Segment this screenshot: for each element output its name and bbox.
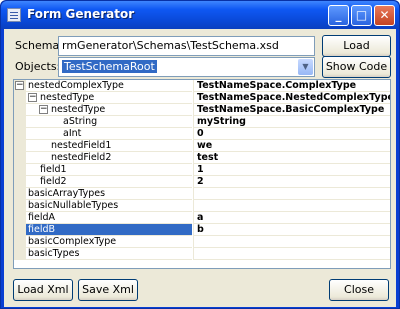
- grid-row[interactable]: − nestedType TestNameSpace.NestedComplexT…: [14, 92, 390, 104]
- close-button[interactable]: Close: [329, 279, 389, 301]
- grid-row-selected[interactable]: fieldB b: [14, 224, 390, 236]
- property-value[interactable]: TestNameSpace.NestedComplexType: [193, 92, 390, 104]
- property-value[interactable]: test: [193, 152, 390, 164]
- property-name: basicComplexType: [28, 236, 117, 247]
- collapse-icon[interactable]: −: [39, 105, 48, 114]
- property-value[interactable]: TestNameSpace.ComplexType: [193, 80, 390, 92]
- grid-row[interactable]: field2 2: [14, 176, 390, 188]
- grid-row[interactable]: basicNullableTypes: [14, 200, 390, 212]
- property-name: nestedType: [51, 104, 106, 115]
- grid-row[interactable]: basicTypes: [14, 248, 390, 260]
- property-name: basicNullableTypes: [28, 200, 119, 211]
- form-generator-window: Form Generator _ □ ✕ Schema: rmGenerator…: [0, 0, 400, 309]
- grid-row[interactable]: aString myString: [14, 116, 390, 128]
- minimize-button[interactable]: _: [328, 5, 349, 26]
- property-name: fieldB: [28, 224, 56, 235]
- property-name: basicArrayTypes: [28, 188, 106, 199]
- save-xml-button[interactable]: Save Xml: [78, 279, 138, 301]
- grid-row[interactable]: basicArrayTypes: [14, 188, 390, 200]
- property-name: nestedType: [40, 92, 95, 103]
- property-name: nestedField2: [51, 152, 112, 163]
- property-value[interactable]: 0: [193, 128, 390, 140]
- grid-row[interactable]: − nestedType TestNameSpace.BasicComplexTy…: [14, 104, 390, 116]
- grid-row[interactable]: field1 1: [14, 164, 390, 176]
- property-value[interactable]: 1: [193, 164, 390, 176]
- objects-dropdown[interactable]: TestSchemaRoot ▼: [58, 57, 315, 77]
- grid-row[interactable]: aInt 0: [14, 128, 390, 140]
- property-value[interactable]: myString: [193, 116, 390, 128]
- grid-row[interactable]: − nestedComplexType TestNameSpace.Comple…: [14, 80, 390, 92]
- property-value[interactable]: we: [193, 140, 390, 152]
- app-icon: [7, 8, 21, 22]
- property-name: field2: [40, 176, 67, 187]
- maximize-button[interactable]: □: [351, 5, 372, 26]
- grid-row[interactable]: nestedField1 we: [14, 140, 390, 152]
- show-code-button[interactable]: Show Code: [322, 56, 391, 78]
- schema-path-field[interactable]: rmGenerator\Schemas\TestSchema.xsd: [58, 36, 315, 56]
- close-window-button[interactable]: ✕: [374, 5, 395, 26]
- property-name: aInt: [63, 128, 82, 139]
- property-grid[interactable]: − nestedComplexType TestNameSpace.Comple…: [13, 79, 391, 269]
- load-xml-button[interactable]: Load Xml: [13, 279, 73, 301]
- collapse-icon[interactable]: −: [28, 93, 37, 102]
- property-value[interactable]: a: [193, 212, 390, 224]
- schema-label: Schema:: [15, 39, 63, 52]
- client-area: Schema: rmGenerator\Schemas\TestSchema.x…: [4, 29, 396, 307]
- property-value[interactable]: 2: [193, 176, 390, 188]
- objects-selected-value: TestSchemaRoot: [62, 60, 157, 73]
- grid-row[interactable]: fieldA a: [14, 212, 390, 224]
- property-value[interactable]: [193, 248, 390, 260]
- property-value[interactable]: [193, 200, 390, 212]
- property-value[interactable]: b: [193, 224, 390, 236]
- property-value[interactable]: [193, 188, 390, 200]
- property-name: field1: [40, 164, 67, 175]
- property-name: aString: [63, 116, 98, 127]
- property-name: basicTypes: [28, 248, 80, 259]
- collapse-icon[interactable]: −: [15, 81, 24, 90]
- objects-label: Objects:: [15, 60, 61, 73]
- window-title: Form Generator: [27, 7, 135, 21]
- grid-row[interactable]: nestedField2 test: [14, 152, 390, 164]
- grid-row[interactable]: basicComplexType: [14, 236, 390, 248]
- load-schema-button[interactable]: Load Schema: [322, 35, 391, 72]
- property-name: fieldA: [28, 212, 55, 223]
- property-value[interactable]: TestNameSpace.BasicComplexType: [193, 104, 390, 116]
- chevron-down-icon[interactable]: ▼: [298, 59, 313, 75]
- property-value[interactable]: [193, 236, 390, 248]
- property-name: nestedComplexType: [28, 80, 124, 91]
- title-bar[interactable]: Form Generator _ □ ✕: [1, 1, 399, 29]
- property-name: nestedField1: [51, 140, 112, 151]
